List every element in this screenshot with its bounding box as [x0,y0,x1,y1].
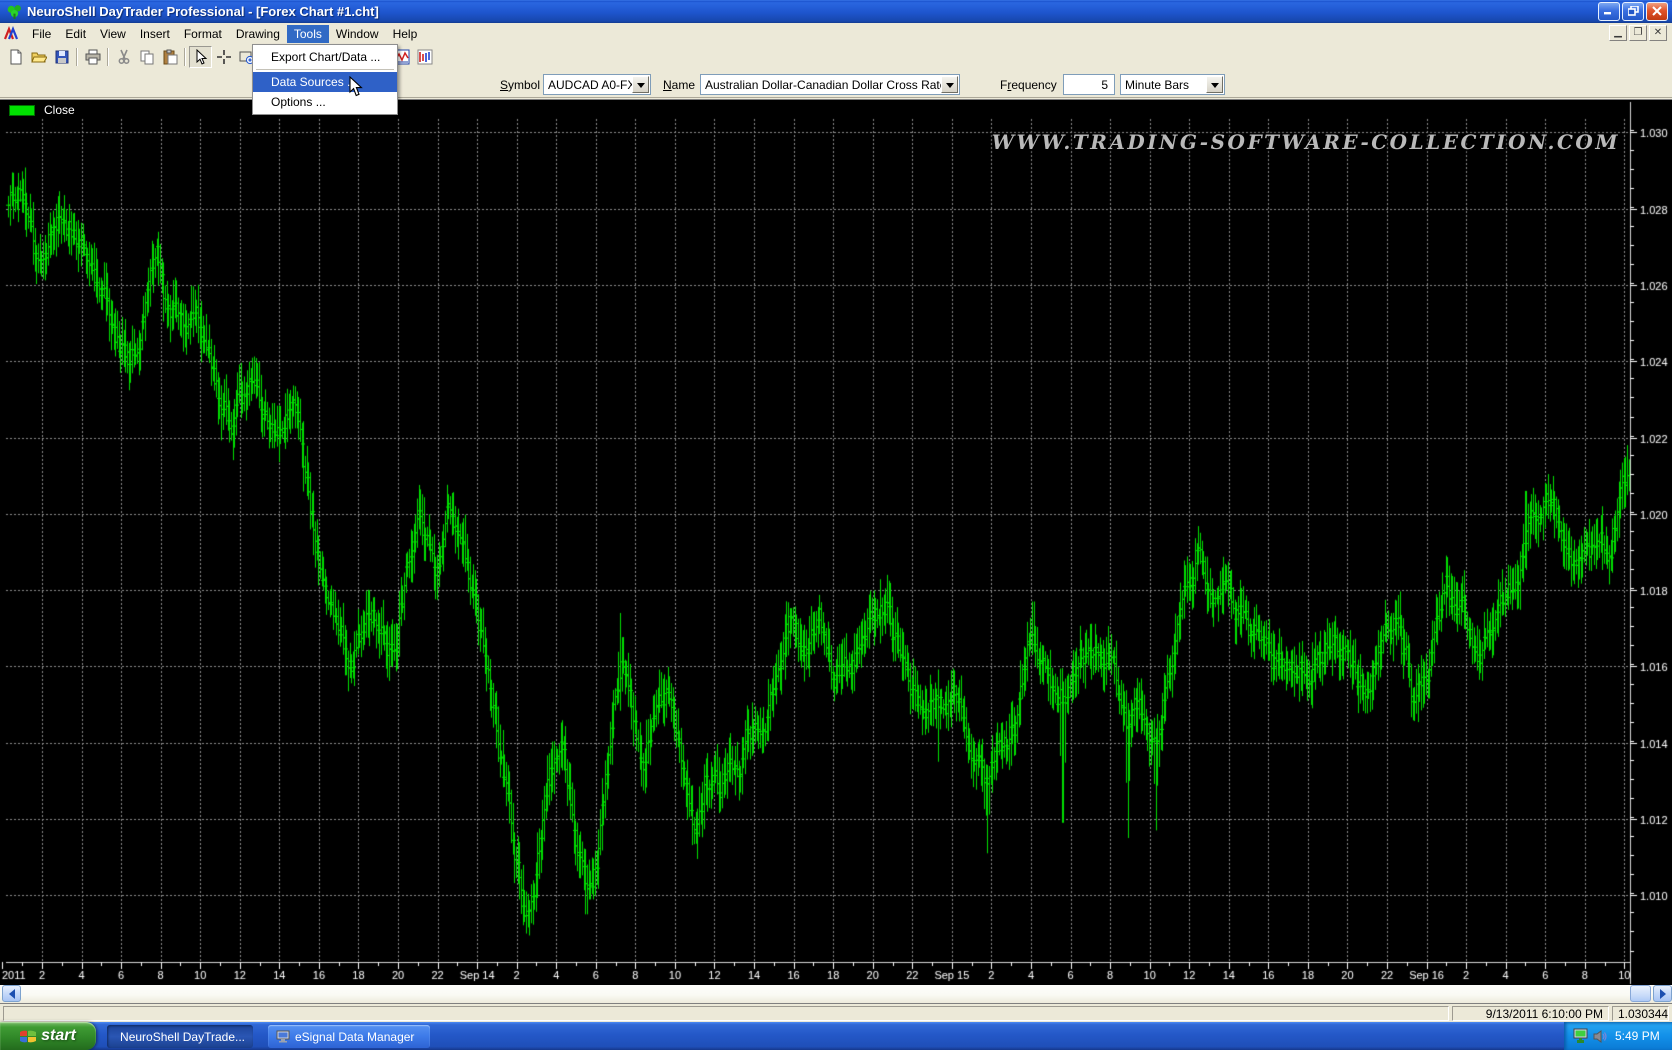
taskbar: start NeuroShell DayTrade... eSignal Dat… [0,1022,1672,1050]
app-icon [6,3,23,20]
mouse-cursor [349,76,363,97]
price-chart-canvas[interactable] [0,100,1672,1004]
menu-insert[interactable]: Insert [133,25,177,43]
toolbar-separator [76,48,78,66]
scroll-left-button[interactable] [2,985,21,1002]
menu-edit[interactable]: Edit [58,25,93,43]
chevron-down-icon[interactable] [1206,76,1223,93]
symbol-select[interactable]: AUDCAD A0-FX [543,74,651,95]
copy-button[interactable] [135,46,158,68]
chart-legend: Close [9,103,75,117]
window-title: NeuroShell DayTrader Professional - [For… [27,4,379,19]
arrow-left-icon [8,989,16,999]
new-document-button[interactable] [4,46,27,68]
status-bar: 9/13/2011 6:10:00 PM 1.030344 [0,1003,1672,1022]
save-button[interactable] [50,46,73,68]
status-message-panel [3,1006,1449,1021]
status-datetime: 9/13/2011 6:10:00 PM [1452,1006,1609,1021]
ohlc-chart-icon [417,49,433,65]
frequency-input[interactable]: 5 [1063,74,1115,95]
application-window: NeuroShell DayTrader Professional - [For… [0,0,1672,1050]
minimize-button[interactable] [1598,2,1620,21]
menu-separator [256,69,394,70]
menu-window[interactable]: Window [329,25,386,43]
arrow-right-icon [1659,989,1667,999]
toolbar [0,44,1672,70]
taskbar-item-neuroshell[interactable]: NeuroShell DayTrade... [107,1025,253,1048]
toolbar-separator [107,48,109,66]
close-series-swatch [9,105,35,116]
close-series-label: Close [44,103,75,117]
start-button[interactable]: start [0,1022,96,1050]
frequency-label: Frequency [1000,78,1057,92]
name-label: Name [663,78,695,92]
symbol-label: Symbol [500,78,540,92]
menu-item-options[interactable]: Options ... [253,92,397,112]
menu-help[interactable]: Help [386,25,425,43]
menu-view[interactable]: View [93,25,133,43]
mdi-close-button[interactable]: ✕ [1649,25,1667,41]
menu-bar: File Edit View Insert Format Drawing Too… [0,23,1672,44]
status-last-value: 1.030344 [1612,1006,1669,1021]
ohlc-chart-button[interactable] [413,46,436,68]
system-tray: 5:49 PM [1564,1022,1672,1050]
esignal-monitor-icon [276,1030,290,1043]
open-folder-icon [31,49,47,65]
new-document-icon [8,49,24,65]
title-bar: NeuroShell DayTrader Professional - [For… [0,0,1672,23]
copy-icon [139,49,155,65]
tools-dropdown-menu: Export Chart/Data ... Data Sources ... O… [252,44,398,115]
open-button[interactable] [27,46,50,68]
menu-format[interactable]: Format [177,25,229,43]
print-button[interactable] [81,46,104,68]
pointer-icon [193,49,209,65]
toolbar-separator [184,48,186,66]
crosshair-icon [216,49,232,65]
scrollbar-thumb[interactable] [1630,985,1651,1002]
start-label: start [41,1027,76,1045]
crosshair-tool-button[interactable] [212,46,235,68]
volume-icon[interactable] [1593,1029,1608,1044]
taskbar-item-esignal[interactable]: eSignal Data Manager [268,1025,430,1048]
mdi-restore-button[interactable]: ❐ [1629,25,1647,41]
printer-icon [85,49,101,65]
pointer-tool-button[interactable] [189,46,212,68]
windows-logo-icon [20,1029,36,1044]
restore-button[interactable] [1622,2,1644,21]
scroll-right-button[interactable] [1653,985,1672,1002]
horizontal-scrollbar[interactable] [0,985,1672,1003]
bar-type-select[interactable]: Minute Bars [1120,74,1225,95]
menu-item-data-sources[interactable]: Data Sources ... [253,72,397,92]
menu-tools[interactable]: Tools [287,25,329,43]
network-icon[interactable] [1572,1028,1589,1044]
menu-file[interactable]: File [25,25,58,43]
chevron-down-icon[interactable] [632,76,649,93]
chart-region: Close WWW.TRADING-SOFTWARE-COLLECTION.CO… [0,99,1672,1003]
menu-drawing[interactable]: Drawing [229,25,287,43]
paste-button[interactable] [158,46,181,68]
watermark: WWW.TRADING-SOFTWARE-COLLECTION.COM [992,130,1620,154]
name-select[interactable]: Australian Dollar-Canadian Dollar Cross … [700,74,960,95]
symbol-row: Symbol AUDCAD A0-FX Name Australian Doll… [0,70,1672,98]
clock: 5:49 PM [1615,1029,1660,1043]
document-icon [3,26,19,42]
chevron-down-icon[interactable] [941,76,958,93]
mdi-minimize-button[interactable]: ▁ [1609,25,1627,41]
scissors-icon [116,49,132,65]
paste-icon [162,49,178,65]
menu-item-export-chart-data[interactable]: Export Chart/Data ... [253,47,397,67]
cut-button[interactable] [112,46,135,68]
close-button[interactable] [1646,2,1668,21]
save-icon [54,49,70,65]
